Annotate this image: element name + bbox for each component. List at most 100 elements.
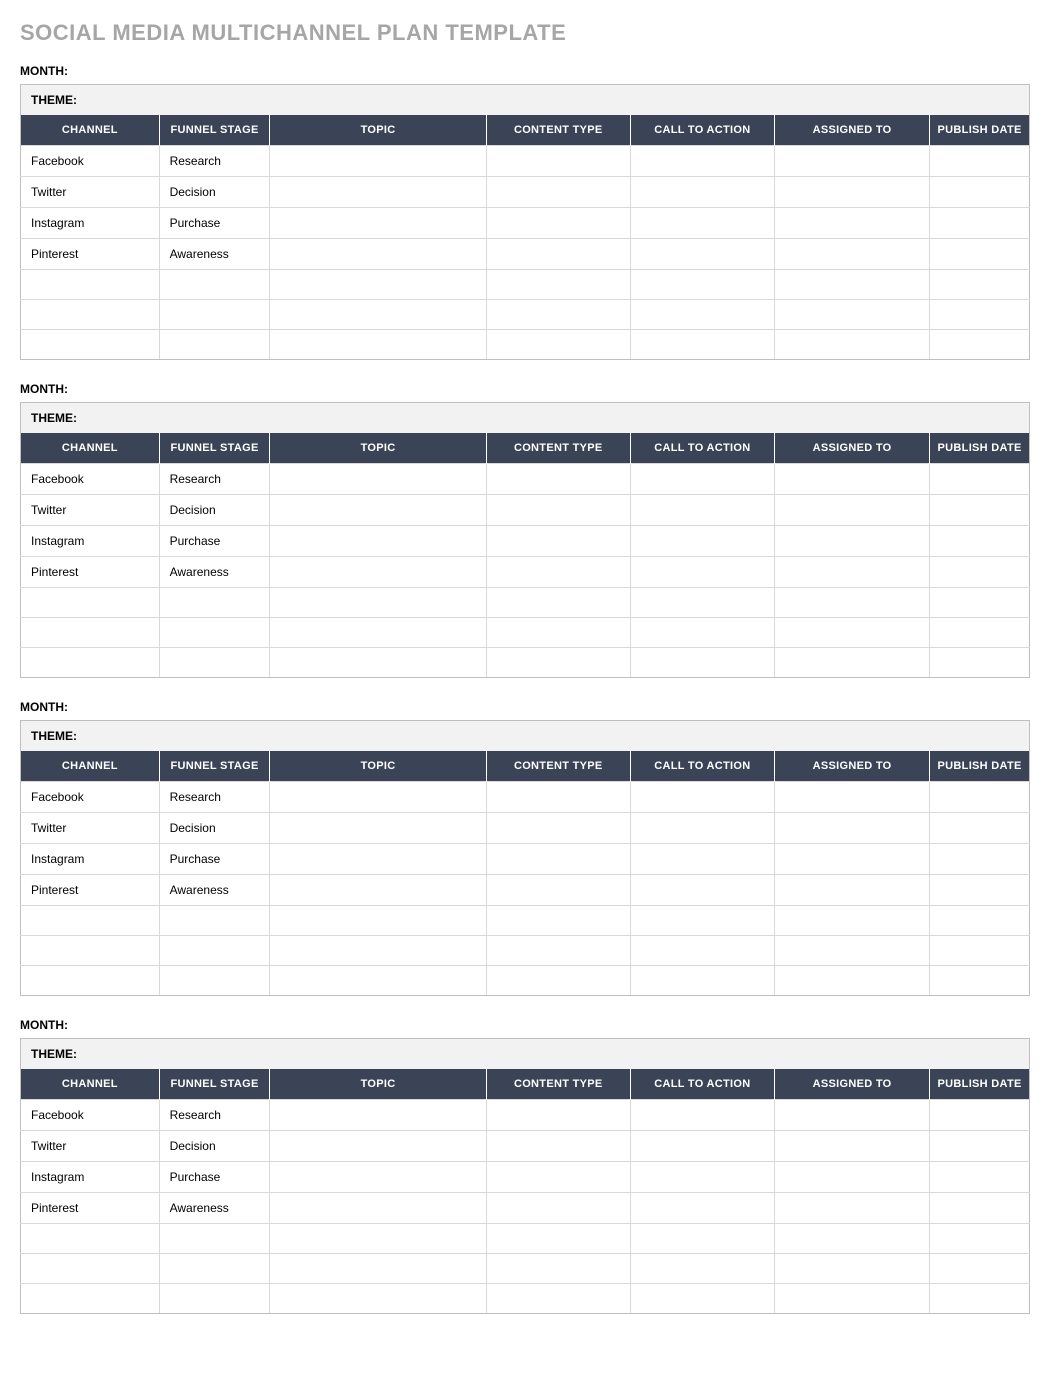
cell-funnel-stage[interactable] [159,1254,270,1284]
cell-publish-date[interactable] [930,270,1030,300]
cell-assigned-to[interactable] [774,1193,929,1224]
cell-assigned-to[interactable] [774,813,929,844]
cell-content-type[interactable] [486,618,630,648]
cell-funnel-stage[interactable]: Purchase [159,1162,270,1193]
cell-channel[interactable] [21,936,160,966]
cell-channel[interactable]: Facebook [21,464,160,495]
cell-funnel-stage[interactable]: Purchase [159,526,270,557]
cell-call-to-action[interactable] [630,208,774,239]
cell-channel[interactable]: Facebook [21,782,160,813]
cell-channel[interactable]: Pinterest [21,875,160,906]
cell-call-to-action[interactable] [630,1193,774,1224]
cell-content-type[interactable] [486,875,630,906]
cell-assigned-to[interactable] [774,1284,929,1314]
cell-call-to-action[interactable] [630,464,774,495]
cell-funnel-stage[interactable]: Awareness [159,1193,270,1224]
cell-publish-date[interactable] [930,495,1030,526]
cell-channel[interactable]: Twitter [21,1131,160,1162]
cell-topic[interactable] [270,618,486,648]
cell-topic[interactable] [270,936,486,966]
cell-channel[interactable] [21,1224,160,1254]
cell-topic[interactable] [270,1284,486,1314]
cell-call-to-action[interactable] [630,875,774,906]
cell-assigned-to[interactable] [774,1224,929,1254]
cell-publish-date[interactable] [930,557,1030,588]
cell-channel[interactable]: Twitter [21,177,160,208]
cell-assigned-to[interactable] [774,270,929,300]
cell-publish-date[interactable] [930,208,1030,239]
cell-publish-date[interactable] [930,1193,1030,1224]
cell-assigned-to[interactable] [774,875,929,906]
cell-call-to-action[interactable] [630,618,774,648]
cell-content-type[interactable] [486,966,630,996]
cell-publish-date[interactable] [930,782,1030,813]
cell-call-to-action[interactable] [630,330,774,360]
cell-funnel-stage[interactable] [159,300,270,330]
cell-assigned-to[interactable] [774,557,929,588]
cell-content-type[interactable] [486,588,630,618]
cell-publish-date[interactable] [930,464,1030,495]
cell-funnel-stage[interactable] [159,270,270,300]
cell-call-to-action[interactable] [630,177,774,208]
cell-publish-date[interactable] [930,1284,1030,1314]
cell-funnel-stage[interactable]: Research [159,1100,270,1131]
cell-funnel-stage[interactable]: Purchase [159,208,270,239]
cell-assigned-to[interactable] [774,146,929,177]
cell-assigned-to[interactable] [774,618,929,648]
cell-topic[interactable] [270,270,486,300]
cell-publish-date[interactable] [930,177,1030,208]
cell-content-type[interactable] [486,1162,630,1193]
cell-funnel-stage[interactable] [159,906,270,936]
cell-content-type[interactable] [486,936,630,966]
cell-funnel-stage[interactable] [159,966,270,996]
cell-channel[interactable]: Twitter [21,495,160,526]
cell-channel[interactable]: Twitter [21,813,160,844]
cell-channel[interactable]: Instagram [21,844,160,875]
cell-publish-date[interactable] [930,1162,1030,1193]
cell-funnel-stage[interactable] [159,648,270,678]
cell-call-to-action[interactable] [630,270,774,300]
cell-content-type[interactable] [486,495,630,526]
cell-funnel-stage[interactable]: Research [159,782,270,813]
cell-topic[interactable] [270,495,486,526]
cell-assigned-to[interactable] [774,648,929,678]
cell-content-type[interactable] [486,1284,630,1314]
cell-funnel-stage[interactable] [159,330,270,360]
cell-topic[interactable] [270,648,486,678]
cell-publish-date[interactable] [930,526,1030,557]
cell-call-to-action[interactable] [630,936,774,966]
cell-assigned-to[interactable] [774,208,929,239]
cell-publish-date[interactable] [930,1100,1030,1131]
cell-topic[interactable] [270,1254,486,1284]
cell-channel[interactable]: Pinterest [21,557,160,588]
cell-assigned-to[interactable] [774,177,929,208]
cell-topic[interactable] [270,1193,486,1224]
cell-content-type[interactable] [486,146,630,177]
cell-call-to-action[interactable] [630,844,774,875]
cell-publish-date[interactable] [930,936,1030,966]
cell-funnel-stage[interactable] [159,1284,270,1314]
cell-channel[interactable] [21,300,160,330]
cell-call-to-action[interactable] [630,1284,774,1314]
cell-channel[interactable] [21,588,160,618]
cell-assigned-to[interactable] [774,782,929,813]
cell-channel[interactable] [21,966,160,996]
cell-topic[interactable] [270,813,486,844]
cell-topic[interactable] [270,1131,486,1162]
cell-topic[interactable] [270,208,486,239]
cell-content-type[interactable] [486,1224,630,1254]
cell-content-type[interactable] [486,557,630,588]
cell-publish-date[interactable] [930,1131,1030,1162]
cell-topic[interactable] [270,588,486,618]
cell-topic[interactable] [270,1162,486,1193]
cell-publish-date[interactable] [930,844,1030,875]
cell-publish-date[interactable] [930,588,1030,618]
cell-publish-date[interactable] [930,146,1030,177]
cell-content-type[interactable] [486,330,630,360]
cell-content-type[interactable] [486,1100,630,1131]
cell-assigned-to[interactable] [774,936,929,966]
cell-assigned-to[interactable] [774,844,929,875]
cell-publish-date[interactable] [930,813,1030,844]
cell-publish-date[interactable] [930,966,1030,996]
cell-content-type[interactable] [486,906,630,936]
